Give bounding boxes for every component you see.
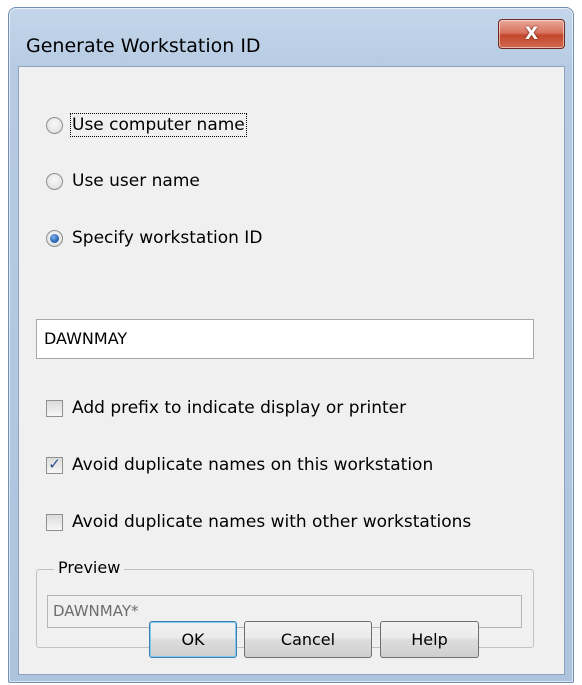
dialog-window: Generate Workstation ID X Use computer n… — [8, 7, 574, 683]
radio-use-user-name[interactable]: Use user name — [46, 171, 200, 191]
radio-button[interactable] — [46, 116, 63, 134]
checkbox-box[interactable] — [46, 399, 63, 417]
close-button[interactable]: X — [498, 19, 565, 49]
checkbox-label-add-prefix: Add prefix to indicate display or printe… — [72, 398, 407, 418]
radio-selected-dot — [50, 233, 59, 243]
checkbox-avoid-duplicates-other[interactable]: Avoid duplicate names with other worksta… — [46, 512, 471, 532]
dialog-title: Generate Workstation ID — [26, 35, 261, 57]
radio-button[interactable] — [46, 172, 63, 190]
checkbox-label-avoid-other: Avoid duplicate names with other worksta… — [72, 512, 472, 532]
checkbox-add-prefix[interactable]: Add prefix to indicate display or printe… — [46, 398, 406, 418]
dialog-body: Use computer name Use user name Specify … — [18, 66, 565, 675]
checkbox-label-avoid-this: Avoid duplicate names on this workstatio… — [72, 455, 434, 475]
checkmark-icon: ✓ — [48, 455, 61, 473]
workstation-id-input[interactable]: DAWNMAY — [36, 319, 534, 359]
ok-button[interactable]: OK — [149, 621, 237, 658]
radio-label-specify-id: Specify workstation ID — [72, 228, 263, 248]
radio-specify-workstation-id[interactable]: Specify workstation ID — [46, 228, 262, 248]
radio-use-computer-name[interactable]: Use computer name — [46, 113, 247, 137]
checkbox-box[interactable] — [46, 513, 63, 531]
checkbox-avoid-duplicates-this[interactable]: ✓ Avoid duplicate names on this workstat… — [46, 455, 433, 475]
help-button[interactable]: Help — [380, 621, 479, 658]
preview-group-label: Preview — [54, 558, 125, 577]
cancel-button[interactable]: Cancel — [244, 621, 372, 658]
radio-label-user-name: Use user name — [72, 171, 200, 191]
title-bar[interactable]: Generate Workstation ID X — [9, 8, 573, 66]
radio-button-selected[interactable] — [46, 229, 63, 247]
checkbox-box-checked[interactable]: ✓ — [46, 455, 63, 474]
radio-label-computer-name: Use computer name — [70, 113, 247, 137]
close-icon: X — [524, 24, 539, 44]
